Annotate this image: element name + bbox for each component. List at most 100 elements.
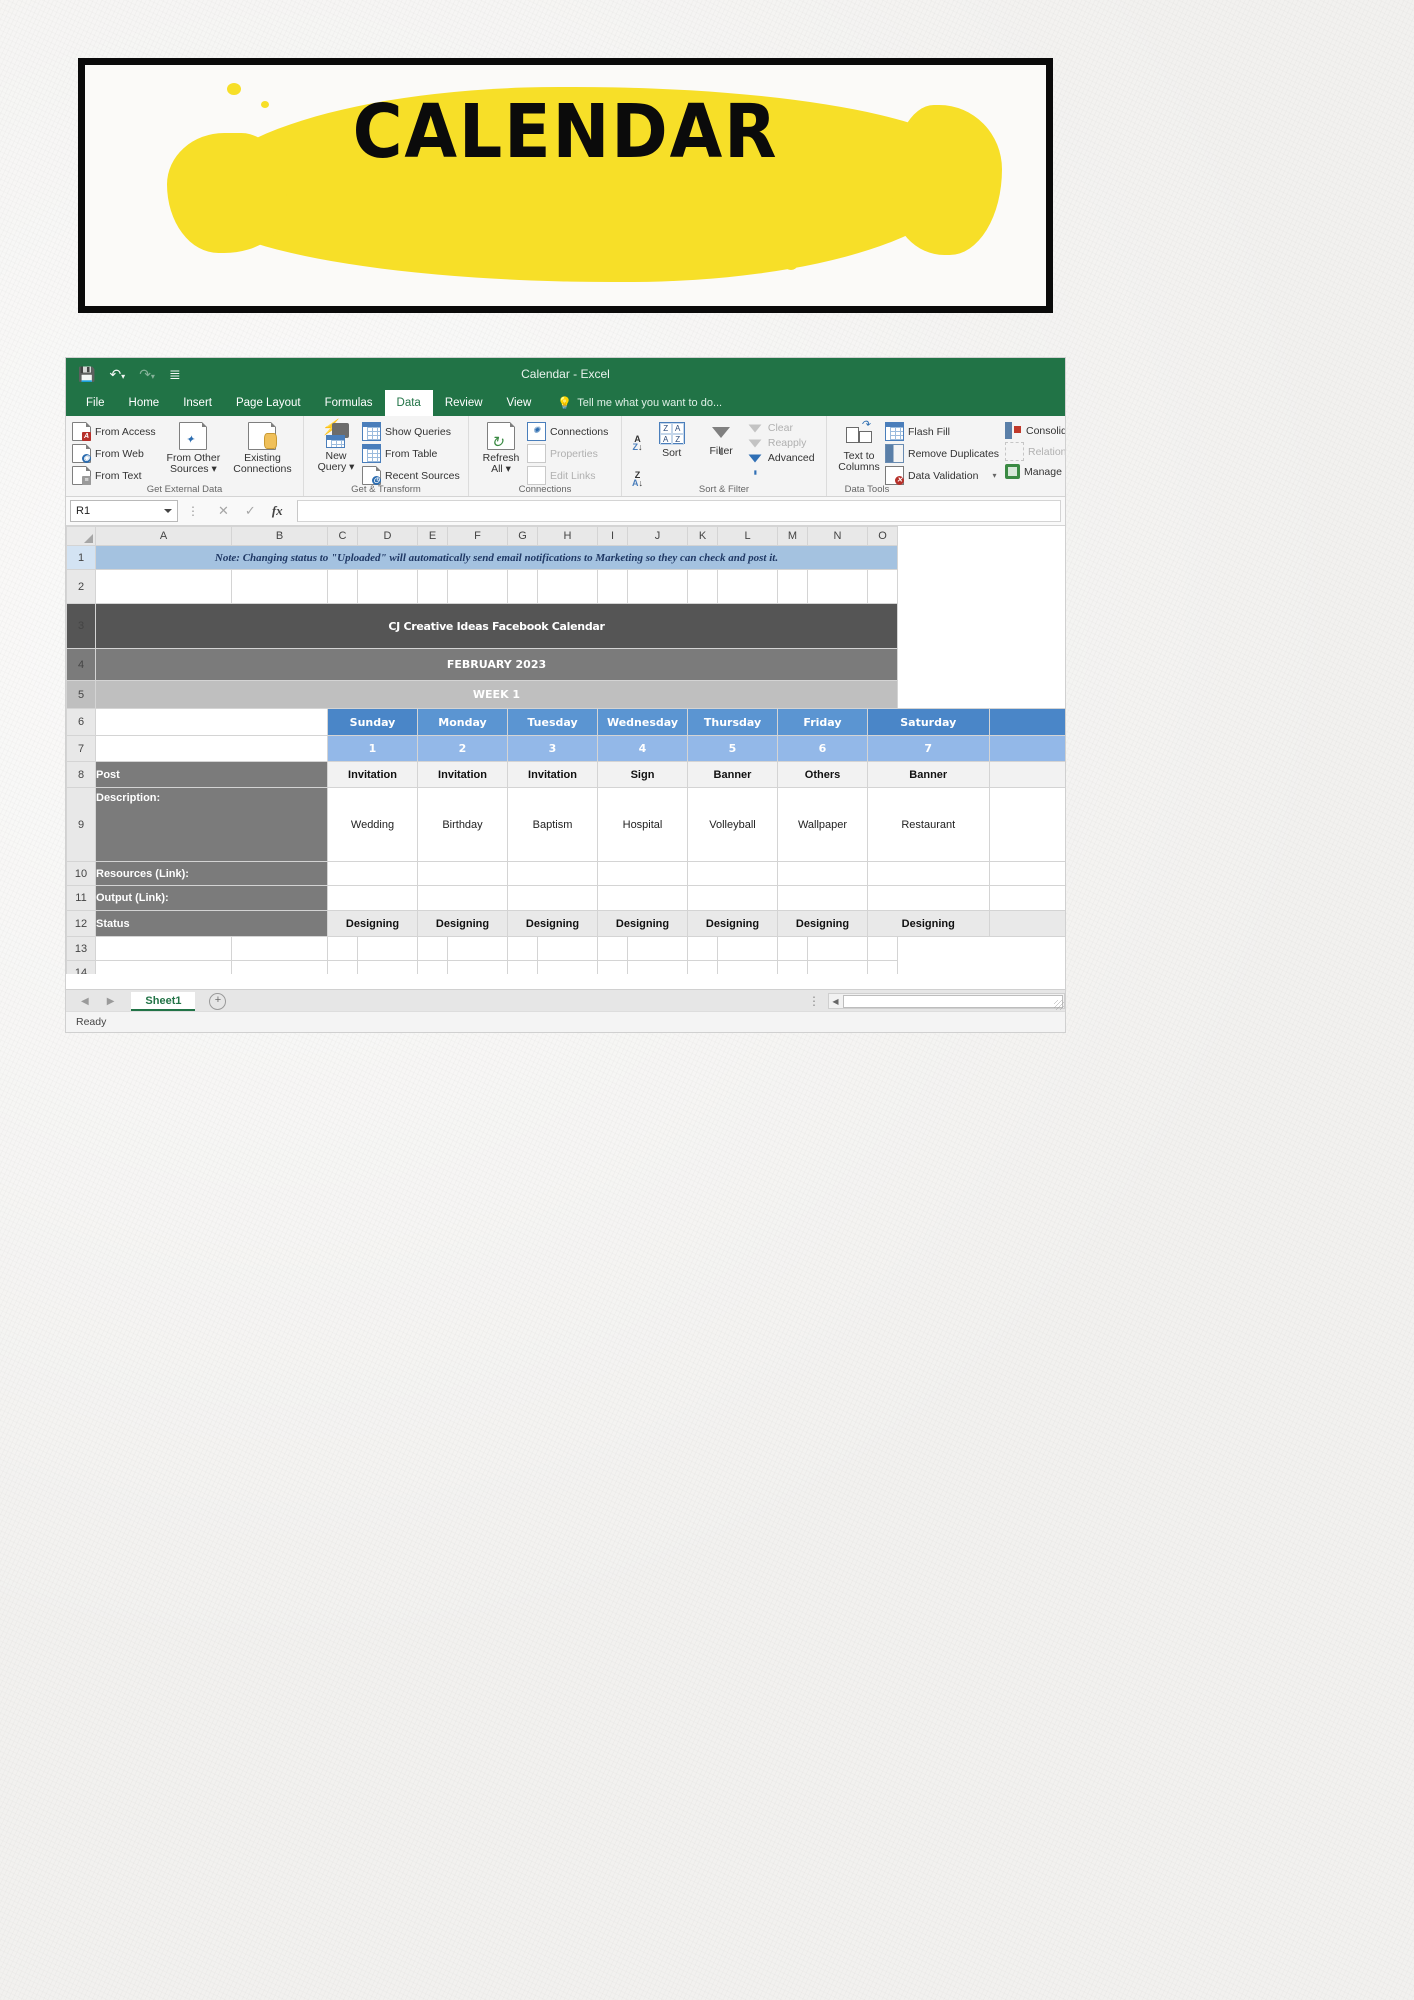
sort-ascending-icon[interactable]: A Z↓ [628,434,647,451]
cell-status-2[interactable]: Designing [417,910,508,937]
chevron-down-icon[interactable] [164,509,172,513]
cell-description-7[interactable]: Restaurant [867,787,990,862]
cell-daynum-7[interactable]: 7 [867,735,990,762]
cell-a2[interactable] [95,569,232,604]
cell-i2[interactable] [597,569,628,604]
cell-h13[interactable] [537,936,598,961]
cell-b14[interactable] [231,960,328,974]
column-header-a[interactable]: A [95,526,232,546]
cell-j13[interactable] [627,936,688,961]
cell-f14[interactable] [447,960,508,974]
column-header-m[interactable]: M [777,526,808,546]
cell-d14[interactable] [357,960,418,974]
cell-status-1[interactable]: Designing [327,910,418,937]
row-header-13[interactable]: 13 [66,936,96,961]
cell-month[interactable]: FEBRUARY 2023 [95,648,898,681]
cell-e14[interactable] [417,960,448,974]
row-header-11[interactable]: 11 [66,885,96,911]
cell-label-post[interactable]: Post [95,761,328,788]
cell-m2[interactable] [777,569,808,604]
cell-note[interactable]: Note: Changing status to "Uploaded" will… [95,545,898,570]
window-resize-grip-icon[interactable] [1054,1000,1064,1010]
cell-b2[interactable] [231,569,328,604]
cell-output-2[interactable] [417,885,508,911]
cell-a6[interactable] [95,708,328,736]
cell-output-7[interactable] [867,885,990,911]
column-header-o[interactable]: O [867,526,898,546]
cell-post-7[interactable]: Banner [867,761,990,788]
cell-d13[interactable] [357,936,418,961]
cell-post-1[interactable]: Invitation [327,761,418,788]
row-header-6[interactable]: 6 [66,708,96,736]
cell-j2[interactable] [627,569,688,604]
tab-view[interactable]: View [495,390,544,416]
cell-h14[interactable] [537,960,598,974]
cell-output-4[interactable] [597,885,688,911]
reapply-filter-button[interactable]: Reapply [746,437,820,460]
scroll-left-icon[interactable]: ◀ [829,997,842,1006]
cell-l2[interactable] [717,569,778,604]
cell-resources-6[interactable] [777,861,868,886]
row-header-2[interactable]: 2 [66,569,96,604]
tab-data[interactable]: Data [384,390,433,416]
cell-day-saturday[interactable]: Saturday [867,708,990,736]
cell-post-5[interactable]: Banner [687,761,778,788]
cell-daynum-3[interactable]: 3 [507,735,598,762]
cell-a7[interactable] [95,735,328,762]
next-sheet-icon[interactable]: ▶ [98,996,124,1007]
cell-resources-7[interactable] [867,861,990,886]
cell-resources-overflow[interactable] [988,861,1065,886]
cell-n13[interactable] [807,936,868,961]
cell-status-5[interactable]: Designing [687,910,778,937]
scrollbar-thumb[interactable] [843,994,1063,1008]
column-header-d[interactable]: D [357,526,418,546]
cell-daynum-4[interactable]: 4 [597,735,688,762]
cell-b13[interactable] [231,936,328,961]
tab-home[interactable]: Home [117,390,172,416]
select-all-corner[interactable] [66,526,96,546]
cell-o13[interactable] [867,936,898,961]
cell-label-description[interactable]: Description: [95,787,328,862]
cell-label-resources[interactable]: Resources (Link): [95,861,328,886]
row-header-8[interactable]: 8 [66,761,96,788]
cell-output-overflow[interactable] [988,885,1065,911]
row-header-14[interactable]: 14 [66,960,96,974]
tab-file[interactable]: File [74,390,117,416]
cell-post-overflow[interactable] [988,761,1065,788]
cell-daynum-overflow[interactable] [988,735,1065,762]
confirm-entry-icon[interactable]: ✓ [245,503,256,519]
cell-e2[interactable] [417,569,448,604]
cell-status-overflow[interactable] [988,910,1065,937]
cell-m14[interactable] [777,960,808,974]
flash-fill-button[interactable]: Flash Fill [885,422,1005,441]
row-header-1[interactable]: 1 [66,545,96,570]
cell-n14[interactable] [807,960,868,974]
cell-day-wednesday[interactable]: Wednesday [597,708,688,736]
cell-a14[interactable] [95,960,232,974]
properties-button[interactable]: Properties [527,444,615,463]
connections-button[interactable]: ✺ Connections [527,422,615,441]
cell-l13[interactable] [717,936,778,961]
data-validation-button[interactable]: ✕ Data Validation ▾ [885,466,1005,485]
cell-status-4[interactable]: Designing [597,910,688,937]
tab-insert[interactable]: Insert [171,390,224,416]
cell-o14[interactable] [867,960,898,974]
cell-j14[interactable] [627,960,688,974]
split-grip-icon[interactable]: ⋮ [800,995,828,1007]
cell-day-tuesday[interactable]: Tuesday [507,708,598,736]
column-header-n[interactable]: N [807,526,868,546]
cell-d2[interactable] [357,569,418,604]
cell-output-1[interactable] [327,885,418,911]
column-header-g[interactable]: G [507,526,538,546]
consolidate-button[interactable]: Consolidate [1005,422,1065,439]
cell-g2[interactable] [507,569,538,604]
column-header-b[interactable]: B [231,526,328,546]
cell-f2[interactable] [447,569,508,604]
formula-input[interactable] [296,500,1061,522]
cell-n2[interactable] [807,569,868,604]
cell-c2[interactable] [327,569,358,604]
cell-status-7[interactable]: Designing [867,910,990,937]
row-header-3[interactable]: 3 [66,603,96,649]
row-header-5[interactable]: 5 [66,680,96,709]
row-header-12[interactable]: 12 [66,910,96,937]
